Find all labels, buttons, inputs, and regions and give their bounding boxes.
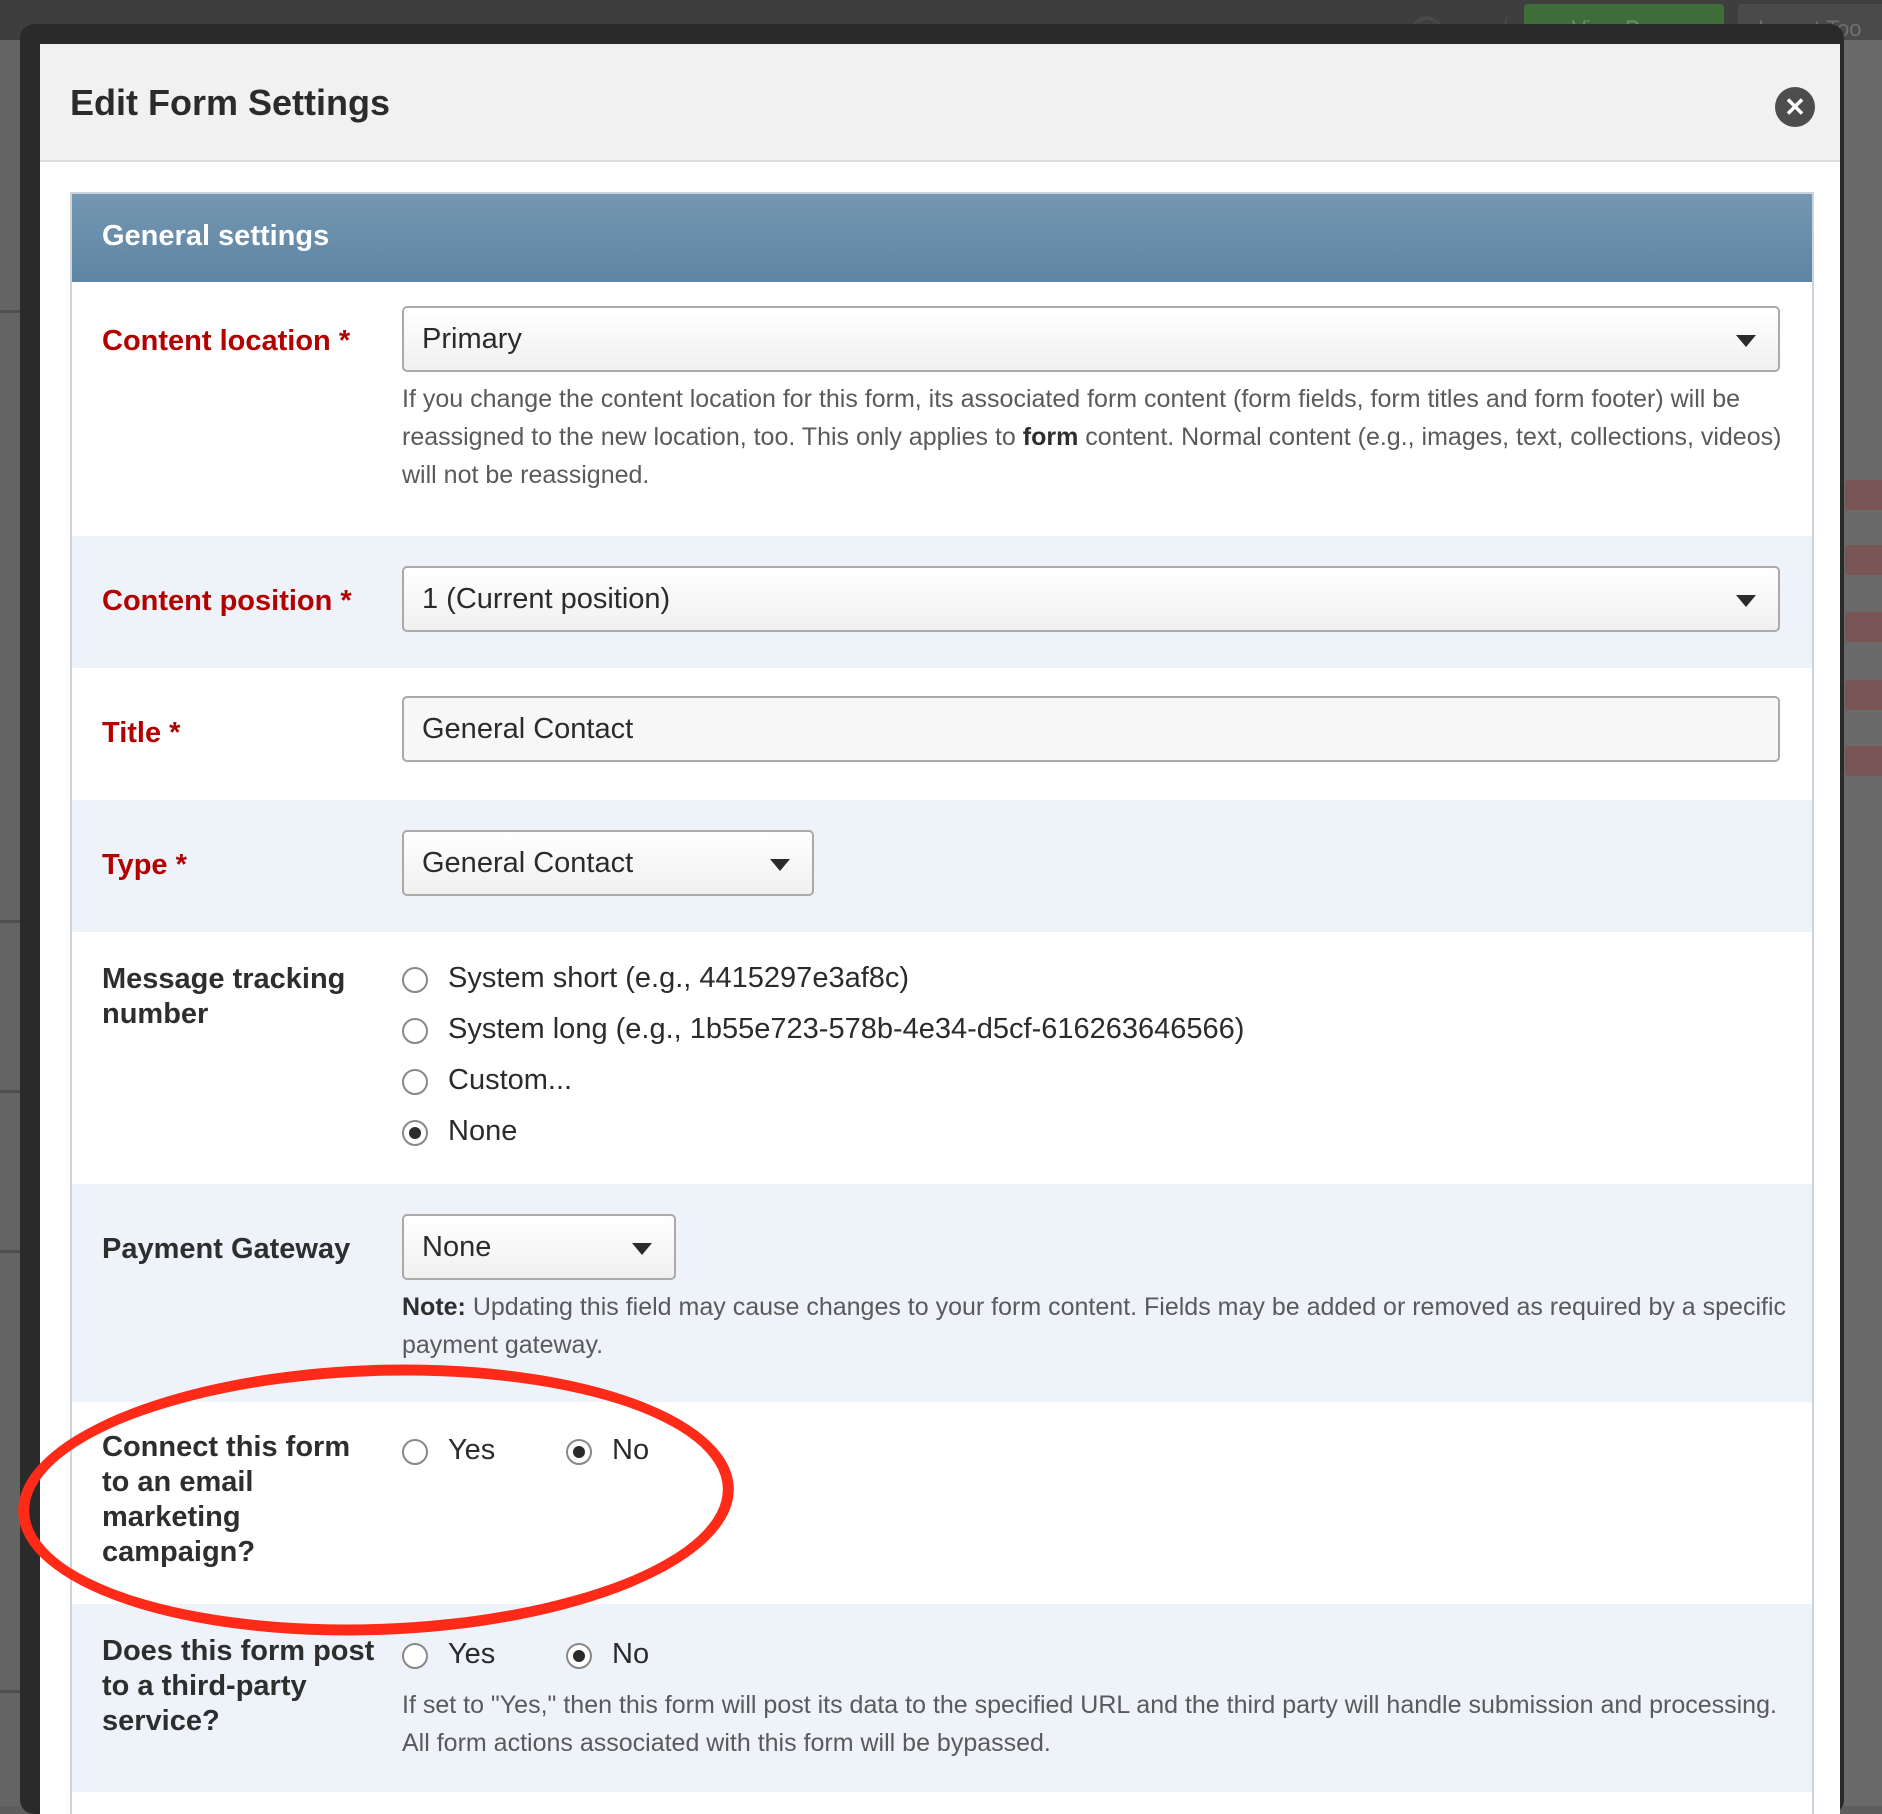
panel-header: General settings: [72, 194, 1812, 282]
chevron-down-icon: [1736, 335, 1756, 347]
chevron-down-icon: [770, 859, 790, 871]
type-select[interactable]: General Contact: [402, 830, 814, 896]
type-row: Type * General Contact: [72, 800, 1812, 934]
panel-title: General settings: [102, 220, 330, 252]
payment-gateway-note: Note: Updating this field may cause chan…: [402, 1293, 1787, 1359]
title-input[interactable]: General Contact: [402, 696, 1780, 762]
content-position-row: Content position * 1 (Current position): [72, 536, 1812, 670]
content-location-row: Content location * Primary If you change…: [72, 282, 1812, 538]
payment-gateway-select[interactable]: None: [402, 1214, 676, 1280]
radio-button[interactable]: [402, 1069, 428, 1095]
radio-button-selected[interactable]: [402, 1120, 428, 1146]
close-icon[interactable]: ✕: [1775, 87, 1815, 127]
modal-header: Edit Form Settings ✕: [40, 44, 1840, 162]
background-right-content: [1840, 40, 1882, 1806]
title-row: Title * General Contact: [72, 668, 1812, 802]
content-location-select[interactable]: Primary: [402, 306, 1780, 372]
radio-button[interactable]: [402, 967, 428, 993]
content-position-label: Content position *: [102, 585, 352, 617]
background-delete-tag: [1845, 680, 1882, 710]
third-party-help: If set to "Yes," then this form will pos…: [402, 1691, 1777, 1757]
background-delete-tag: [1845, 545, 1882, 575]
message-tracking-label: Message tracking number: [102, 963, 346, 1030]
content-location-help: If you change the content location for t…: [402, 385, 1782, 489]
next-row: [72, 1792, 1812, 1814]
type-label: Type *: [102, 849, 187, 881]
content-location-label: Content location *: [102, 325, 351, 357]
background-delete-tag: [1845, 480, 1882, 510]
message-tracking-row: Message tracking number System short (e.…: [72, 932, 1812, 1186]
chevron-down-icon: [632, 1243, 652, 1255]
payment-gateway-label: Payment Gateway: [102, 1233, 351, 1265]
chevron-down-icon: [1736, 595, 1756, 607]
radio-button[interactable]: [402, 1643, 428, 1669]
background-delete-tag: [1845, 746, 1882, 776]
third-party-label: Does this form post to a third-party ser…: [102, 1635, 375, 1737]
required-mark: *: [338, 325, 351, 357]
radio-button-selected[interactable]: [566, 1643, 592, 1669]
title-label: Title *: [102, 717, 181, 749]
radio-button[interactable]: [402, 1018, 428, 1044]
modal-title: Edit Form Settings: [70, 82, 391, 123]
background-delete-tag: [1845, 612, 1882, 642]
content-position-select[interactable]: 1 (Current position): [402, 566, 1780, 632]
